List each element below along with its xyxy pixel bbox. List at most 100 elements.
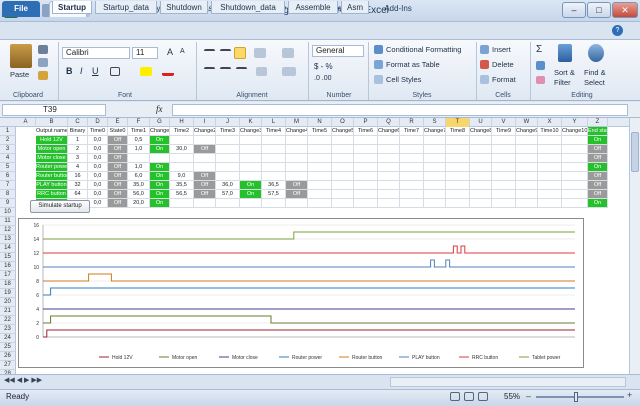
- table-cell[interactable]: [240, 154, 262, 163]
- font-color-icon[interactable]: [162, 66, 174, 76]
- table-cell[interactable]: [378, 181, 400, 190]
- table-cell[interactable]: PLAY button: [36, 181, 68, 190]
- table-cell[interactable]: On: [150, 172, 170, 181]
- table-cell[interactable]: [424, 154, 446, 163]
- table-cell[interactable]: [516, 199, 538, 208]
- table-cell[interactable]: Off: [194, 181, 216, 190]
- table-cell[interactable]: [470, 190, 492, 199]
- table-cell[interactable]: Change9: [516, 127, 538, 136]
- table-cell[interactable]: On: [150, 181, 170, 190]
- table-cell[interactable]: [516, 154, 538, 163]
- table-cell[interactable]: [400, 136, 424, 145]
- table-cell[interactable]: [400, 190, 424, 199]
- table-cell[interactable]: 0,0: [88, 163, 108, 172]
- table-cell[interactable]: [424, 199, 446, 208]
- table-cell[interactable]: Off: [108, 181, 128, 190]
- table-cell[interactable]: [538, 145, 562, 154]
- table-cell[interactable]: 0,0: [88, 172, 108, 181]
- tab-file[interactable]: File: [2, 1, 40, 17]
- table-cell[interactable]: Motor open: [36, 145, 68, 154]
- decimal-icon[interactable]: .0 .00: [314, 75, 332, 82]
- table-cell[interactable]: [516, 190, 538, 199]
- table-cell[interactable]: Off: [588, 190, 608, 199]
- table-cell[interactable]: [354, 190, 378, 199]
- table-cell[interactable]: [378, 136, 400, 145]
- format-painter-icon[interactable]: [38, 71, 48, 80]
- format-as-table-button[interactable]: Format as Table: [386, 60, 440, 69]
- table-cell[interactable]: [538, 199, 562, 208]
- table-cell[interactable]: [240, 136, 262, 145]
- table-cell[interactable]: [470, 154, 492, 163]
- table-cell[interactable]: [516, 181, 538, 190]
- table-cell[interactable]: Time7: [400, 127, 424, 136]
- name-box[interactable]: T39: [2, 104, 106, 116]
- sheet-tab-asm[interactable]: Asm: [341, 1, 369, 14]
- table-cell[interactable]: [562, 136, 588, 145]
- row-header[interactable]: 18: [0, 280, 16, 289]
- table-cell[interactable]: Off: [588, 172, 608, 181]
- table-cell[interactable]: 1,0: [128, 145, 150, 154]
- row-header[interactable]: 12: [0, 226, 16, 235]
- column-header[interactable]: Y: [562, 118, 588, 127]
- column-header[interactable]: A: [16, 118, 36, 127]
- table-cell[interactable]: 32: [68, 181, 88, 190]
- column-header[interactable]: K: [240, 118, 262, 127]
- table-cell[interactable]: On: [588, 163, 608, 172]
- column-header[interactable]: C: [68, 118, 88, 127]
- table-cell[interactable]: [400, 154, 424, 163]
- cell-styles-button[interactable]: Cell Styles: [386, 75, 421, 84]
- minimize-button[interactable]: –: [562, 2, 586, 18]
- table-cell[interactable]: Change7: [424, 127, 446, 136]
- table-cell[interactable]: Change2: [194, 127, 216, 136]
- table-cell[interactable]: [170, 154, 194, 163]
- fill-color-icon[interactable]: [140, 67, 152, 76]
- table-cell[interactable]: 0,0: [88, 154, 108, 163]
- zoom-out-button[interactable]: –: [526, 391, 531, 401]
- table-cell[interactable]: [216, 163, 240, 172]
- row-header[interactable]: 22: [0, 316, 16, 325]
- table-cell[interactable]: [562, 190, 588, 199]
- row-header[interactable]: 5: [0, 163, 16, 172]
- table-cell[interactable]: Time1: [128, 127, 150, 136]
- sheet-tab-startup[interactable]: Startup: [52, 1, 92, 14]
- zoom-slider-thumb[interactable]: [574, 392, 578, 402]
- font-size-dropdown[interactable]: 11: [132, 47, 158, 59]
- table-cell[interactable]: [216, 154, 240, 163]
- table-cell[interactable]: [332, 136, 354, 145]
- table-cell[interactable]: 3: [68, 154, 88, 163]
- row-header[interactable]: 10: [0, 208, 16, 217]
- table-cell[interactable]: Time8: [446, 127, 470, 136]
- table-cell[interactable]: [240, 199, 262, 208]
- table-cell[interactable]: [470, 172, 492, 181]
- table-cell[interactable]: Off: [108, 190, 128, 199]
- table-cell[interactable]: [378, 199, 400, 208]
- table-cell[interactable]: [400, 172, 424, 181]
- zoom-slider[interactable]: [536, 396, 624, 398]
- help-icon[interactable]: ?: [612, 25, 623, 36]
- table-cell[interactable]: [262, 136, 286, 145]
- row-header[interactable]: 17: [0, 271, 16, 280]
- table-cell[interactable]: Time0: [88, 127, 108, 136]
- table-cell[interactable]: [216, 136, 240, 145]
- table-cell[interactable]: [492, 181, 516, 190]
- table-cell[interactable]: [308, 190, 332, 199]
- horizontal-scrollbar[interactable]: [390, 377, 626, 387]
- insert-cells-icon[interactable]: [480, 45, 489, 54]
- orientation-icon[interactable]: [254, 48, 266, 58]
- table-cell[interactable]: [262, 145, 286, 154]
- column-header[interactable]: M: [286, 118, 308, 127]
- table-cell[interactable]: Off: [108, 136, 128, 145]
- table-cell[interactable]: [470, 145, 492, 154]
- table-cell[interactable]: Time5: [308, 127, 332, 136]
- table-cell[interactable]: [194, 163, 216, 172]
- sheet-tab-startup-data[interactable]: Startup_data: [95, 1, 157, 14]
- table-cell[interactable]: 56,5: [170, 190, 194, 199]
- table-cell[interactable]: 35,5: [170, 181, 194, 190]
- table-cell[interactable]: On: [588, 136, 608, 145]
- table-cell[interactable]: [308, 172, 332, 181]
- format-button[interactable]: Format: [492, 75, 516, 84]
- row-header[interactable]: 7: [0, 181, 16, 190]
- accounting-format-icon[interactable]: $ - %: [314, 62, 333, 71]
- table-cell[interactable]: Off: [286, 181, 308, 190]
- align-center-icon[interactable]: [220, 67, 231, 76]
